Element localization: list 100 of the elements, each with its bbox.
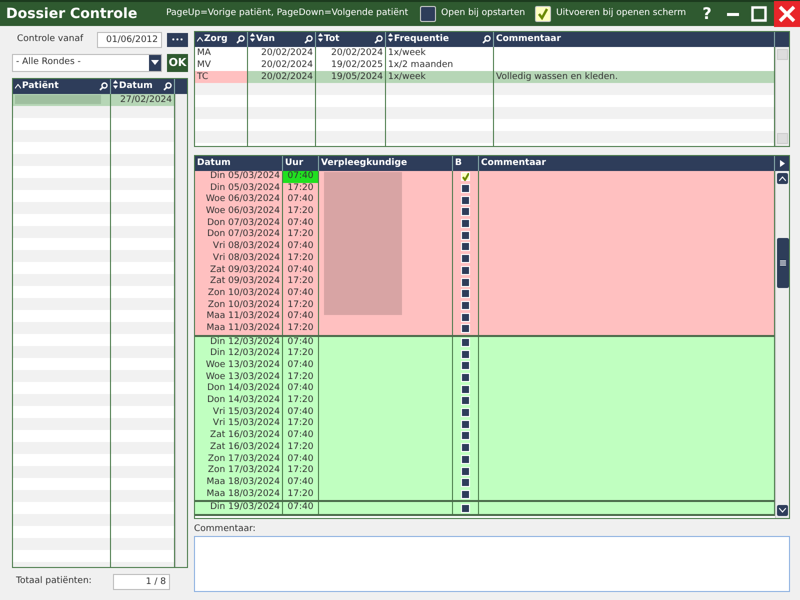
scrollbar[interactable] <box>175 94 187 567</box>
time-cell: 17:20 <box>283 276 319 288</box>
ok-button[interactable]: OK <box>167 54 188 72</box>
help-button[interactable]: ? <box>696 3 718 25</box>
date-cell: Din 05/03/2024 <box>210 171 280 181</box>
search-icon[interactable] <box>163 82 172 91</box>
time-cell: 07:40 <box>283 383 319 396</box>
column-header[interactable]: Tot <box>316 32 386 47</box>
date-cell: Zon 10/03/2024 <box>208 288 280 298</box>
time-cell: 17:20 <box>283 252 319 264</box>
right-arrow-icon <box>780 160 785 167</box>
table-cell: 1x/2 maanden <box>388 60 454 70</box>
column-header[interactable]: Frequentie <box>386 32 494 47</box>
date-cell: Zat 09/03/2024 <box>210 276 280 286</box>
search-icon[interactable] <box>304 35 313 44</box>
time-cell: 07:40 <box>283 194 319 206</box>
comment-label: Commentaar: <box>194 523 257 536</box>
time-cell: 17:20 <box>283 488 319 500</box>
date-cell: Zon 17/03/2024 <box>208 454 280 464</box>
time-cell: 17:20 <box>283 348 319 360</box>
column-header[interactable]: Van <box>248 32 316 47</box>
time-cell: 07:40 <box>283 336 319 348</box>
table-cell: 19/02/2025 <box>331 60 383 70</box>
time-cell: 17:20 <box>283 300 319 312</box>
table-cell: MV <box>197 60 211 70</box>
date-cell: Zat 16/03/2024 <box>210 430 280 440</box>
window-title: Dossier Controle <box>6 4 138 24</box>
date-cell: Don 14/03/2024 <box>207 395 280 406</box>
time-cell: 07:40 <box>283 288 319 300</box>
time-cell: 07:40 <box>283 430 319 442</box>
option-label: Open bij opstarten <box>441 7 526 20</box>
date-cell: Din 12/03/2024 <box>210 348 280 358</box>
time-cell: 07:40 <box>283 360 319 372</box>
dropdown-value: - Alle Rondes - <box>16 56 81 70</box>
date-cell: Woe 06/03/2024 <box>206 194 280 204</box>
time-cell: 17:20 <box>283 372 319 384</box>
round-dropdown[interactable]: - Alle Rondes - <box>12 54 162 72</box>
date-cell: Maa 18/03/2024 <box>206 476 280 487</box>
date-cell: Don 14/03/2024 <box>207 383 280 394</box>
comment-field[interactable] <box>194 536 790 592</box>
date-cell: Woe 06/03/2024 <box>206 206 280 216</box>
time-cell: 17:20 <box>283 418 319 430</box>
column-header[interactable]: Zorg <box>195 32 248 47</box>
search-icon[interactable] <box>482 35 491 44</box>
table-cell: 20/02/2024 <box>261 72 313 82</box>
time-cell: 07:40 <box>283 454 319 466</box>
time-cell: 17:20 <box>283 465 319 477</box>
table-cell: 1x/week <box>388 72 426 82</box>
close-button[interactable] <box>774 1 800 27</box>
time-cell: 07:40 <box>283 311 319 323</box>
search-icon[interactable] <box>236 35 245 44</box>
table-cell: 20/02/2024 <box>261 60 313 70</box>
time-cell: 07:40 <box>283 502 319 514</box>
scroll-right-button[interactable] <box>775 156 789 171</box>
date-cell: Maa 11/03/2024 <box>206 311 280 322</box>
search-icon[interactable] <box>99 82 108 91</box>
maximize-icon <box>751 6 767 22</box>
sort-ascending-icon <box>197 37 203 42</box>
time-cell: 07:40 <box>283 476 319 489</box>
time-cell: 17:20 <box>283 322 319 335</box>
date-cell: Don 07/03/2024 <box>207 229 280 240</box>
date-cell: Vri 08/03/2024 <box>212 241 280 252</box>
time-cell: 17:20 <box>283 206 319 218</box>
time-cell: 07:40 <box>283 171 319 183</box>
table-cell: 20/02/2024 <box>261 48 313 58</box>
table-cell: 1x/week <box>388 48 426 58</box>
time-cell: 17:20 <box>283 182 319 194</box>
table-cell: MA <box>197 48 211 58</box>
checkbox[interactable] <box>420 6 436 22</box>
date-field[interactable]: 01/06/2012 <box>97 32 162 48</box>
date-cell: Maa 18/03/2024 <box>206 488 280 499</box>
total-label: Totaal patiënten: <box>16 575 93 588</box>
table-cell: 19/05/2024 <box>331 72 383 82</box>
search-icon[interactable] <box>374 35 383 44</box>
scrollbar-thumb[interactable] <box>776 238 789 288</box>
scroll-down-button[interactable] <box>777 504 788 516</box>
date-cell: Zon 17/03/2024 <box>208 465 280 476</box>
date-cell: 27/02/2024 <box>120 95 172 105</box>
date-cell: Din 19/03/2024 <box>210 502 280 512</box>
checkbox[interactable] <box>461 172 470 182</box>
time-cell: 07:40 <box>283 406 319 418</box>
caret-icon <box>151 60 159 66</box>
date-cell: Zat 09/03/2024 <box>210 264 280 274</box>
date-cell: Woe 13/03/2024 <box>206 360 280 370</box>
date-cell: Vri 08/03/2024 <box>212 252 280 263</box>
patient-row[interactable]: 27/02/2024 <box>13 94 175 106</box>
date-cell: Woe 13/03/2024 <box>206 372 280 382</box>
date-cell: Din 05/03/2024 <box>210 182 280 193</box>
table-cell: 20/02/2024 <box>331 48 383 58</box>
date-cell: Zat 16/03/2024 <box>210 442 280 452</box>
date-cell: Din 12/03/2024 <box>210 336 280 347</box>
sort-ascending-icon <box>15 84 21 89</box>
time-cell: 07:40 <box>283 218 319 230</box>
date-cell: Don 07/03/2024 <box>207 218 280 228</box>
date-cell: Maa 11/03/2024 <box>206 322 280 333</box>
scrollbar[interactable] <box>775 171 789 518</box>
checkbox[interactable] <box>535 6 552 22</box>
keyboard-hint: PageUp=Vorige patiënt, PageDown=Volgende patiënt <box>166 7 408 20</box>
care-row[interactable]: TC 20/02/2024 19/05/2024 1x/week Volledig wassen en kleden. <box>195 71 776 83</box>
scroll-up-button[interactable] <box>777 173 788 184</box>
